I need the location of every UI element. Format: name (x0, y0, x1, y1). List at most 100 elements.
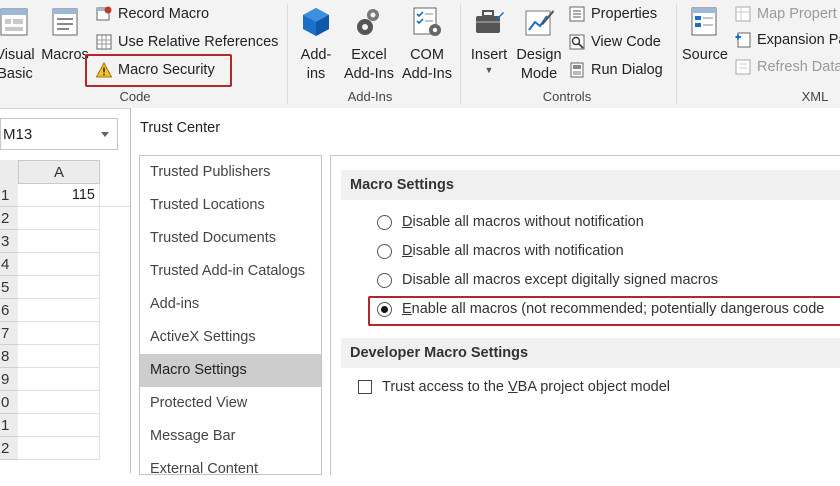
cell[interactable] (18, 368, 100, 391)
select-all-corner[interactable] (0, 160, 18, 185)
worksheet-grid[interactable]: A 115 1 2 3 4 5 6 7 8 9 0 1 2 (0, 160, 130, 473)
xml-group-label: XML (801, 89, 829, 104)
gears-icon (357, 9, 379, 35)
xml-source-icon (691, 7, 717, 36)
cell[interactable] (18, 391, 100, 414)
cell[interactable] (100, 184, 130, 207)
nav-item-trusted-publishers[interactable]: Trusted Publishers (140, 156, 321, 189)
chevron-down-icon: ▼ (484, 65, 494, 75)
view-code-icon (569, 34, 585, 50)
record-macro-button[interactable]: Record Macro (96, 3, 209, 25)
refresh-data-icon (735, 59, 751, 75)
nav-item-add-ins[interactable]: Add-ins (140, 288, 321, 321)
insert-controls-button[interactable]: Insert ▼ (466, 6, 512, 75)
column-header-a[interactable]: A (18, 160, 100, 184)
cell[interactable] (18, 322, 100, 345)
design-mode-label-2: Mode (520, 66, 558, 82)
nav-item-trusted-add-in-catalogs[interactable]: Trusted Add-in Catalogs (140, 255, 321, 288)
visual-basic-button[interactable]: Visual Basic (0, 6, 38, 84)
expansion-packs-icon (735, 32, 751, 48)
macro-settings-panel: Macro Settings Disable all macros withou… (330, 155, 840, 475)
radio-disable-with-notification[interactable]: Disable all macros with notification (377, 239, 624, 263)
properties-button[interactable]: Properties (569, 3, 657, 25)
macro-settings-header: Macro Settings (341, 170, 840, 200)
cell[interactable] (18, 276, 100, 299)
add-ins-group-label: Add-Ins (347, 89, 393, 104)
row-header[interactable]: 4 (0, 253, 18, 276)
cell[interactable] (18, 207, 100, 230)
ribbon: Visual Basic Macros Record Macro Use (0, 0, 840, 109)
map-properties-button[interactable]: Map Propert (735, 3, 837, 25)
radio-disable-except-signed[interactable]: Disable all macros except digitally sign… (377, 268, 718, 292)
com-add-ins-icon (413, 7, 441, 36)
nav-item-trusted-documents[interactable]: Trusted Documents (140, 222, 321, 255)
cell[interactable] (18, 437, 100, 460)
option-label: Disable all macros except digitally sign… (402, 272, 718, 288)
cell[interactable] (18, 299, 100, 322)
cell-a1[interactable]: 115 (18, 184, 100, 207)
dialog-title: Trust Center (140, 120, 221, 136)
excel-add-ins-button[interactable]: Excel Add-Ins (340, 6, 398, 84)
chevron-down-icon[interactable] (101, 132, 109, 137)
trust-vba-access-checkbox-row[interactable]: Trust access to the VBA project object m… (358, 375, 670, 399)
row-header[interactable]: 2 (0, 207, 18, 230)
row-header[interactable]: 6 (0, 299, 18, 322)
row-header[interactable]: 0 (0, 391, 18, 414)
radio-button[interactable] (377, 214, 392, 230)
code-group-label: Code (119, 89, 151, 104)
cell[interactable] (18, 230, 100, 253)
nav-item-trusted-locations[interactable]: Trusted Locations (140, 189, 321, 222)
checkbox[interactable] (358, 380, 372, 394)
record-macro-icon (96, 6, 112, 21)
controls-group-label: Controls (542, 89, 592, 104)
row-header[interactable]: 8 (0, 345, 18, 368)
visual-basic-label-2: Basic (0, 66, 33, 82)
option-label: Disable all macros with notification (402, 243, 624, 259)
relative-references-button[interactable]: Use Relative References (96, 31, 278, 53)
nav-item-activex-settings[interactable]: ActiveX Settings (140, 321, 321, 354)
radio-button[interactable] (377, 243, 392, 259)
view-code-button[interactable]: View Code (569, 31, 661, 53)
view-code-label: View Code (591, 34, 661, 50)
row-header[interactable]: 9 (0, 368, 18, 391)
excel-add-ins-label-1: Excel (351, 47, 387, 63)
refresh-data-label: Refresh Data (757, 59, 840, 75)
macros-icon (52, 8, 78, 36)
design-mode-button[interactable]: Design Mode (514, 6, 564, 84)
row-header[interactable]: 1 (0, 184, 18, 207)
row-header[interactable]: 7 (0, 322, 18, 345)
properties-icon (569, 6, 585, 22)
cell[interactable] (18, 253, 100, 276)
toolbox-icon (476, 10, 504, 33)
radio-disable-without-notification[interactable]: Disable all macros without notification (377, 210, 644, 234)
nav-item-protected-view[interactable]: Protected View (140, 387, 321, 420)
row-header[interactable]: 1 (0, 414, 18, 437)
visual-basic-icon (0, 8, 28, 36)
add-ins-button[interactable]: Add- ins (294, 6, 338, 84)
insert-label: Insert (470, 47, 508, 63)
com-add-ins-button[interactable]: COM Add-Ins (398, 6, 456, 84)
properties-label: Properties (591, 6, 658, 22)
name-box[interactable]: M13 (0, 118, 118, 150)
option-label: Disable all macros without notification (402, 214, 644, 230)
macros-button[interactable]: Macros (40, 6, 90, 65)
run-dialog-button[interactable]: Run Dialog (569, 59, 663, 81)
nav-item-macro-settings[interactable]: Macro Settings (140, 354, 321, 387)
cell[interactable] (18, 414, 100, 437)
map-properties-icon (735, 6, 751, 22)
refresh-data-button[interactable]: Refresh Data (735, 56, 840, 78)
row-header[interactable]: 5 (0, 276, 18, 299)
row-header[interactable]: 2 (0, 437, 18, 460)
row-header[interactable]: 3 (0, 230, 18, 253)
cell[interactable] (18, 345, 100, 368)
com-add-ins-label-2: Add-Ins (402, 66, 452, 82)
expansion-packs-button[interactable]: Expansion Pa (735, 29, 840, 51)
radio-button[interactable] (377, 272, 392, 288)
xml-source-button[interactable]: Source (680, 6, 730, 65)
run-dialog-icon (570, 62, 584, 78)
nav-item-message-bar[interactable]: Message Bar (140, 420, 321, 453)
design-mode-label-1: Design (516, 47, 562, 63)
trust-center-nav: Trusted Publishers Trusted Locations Tru… (139, 155, 322, 477)
nav-item-external-content[interactable]: External Content (140, 453, 321, 486)
expansion-packs-label: Expansion Pa (757, 32, 840, 48)
